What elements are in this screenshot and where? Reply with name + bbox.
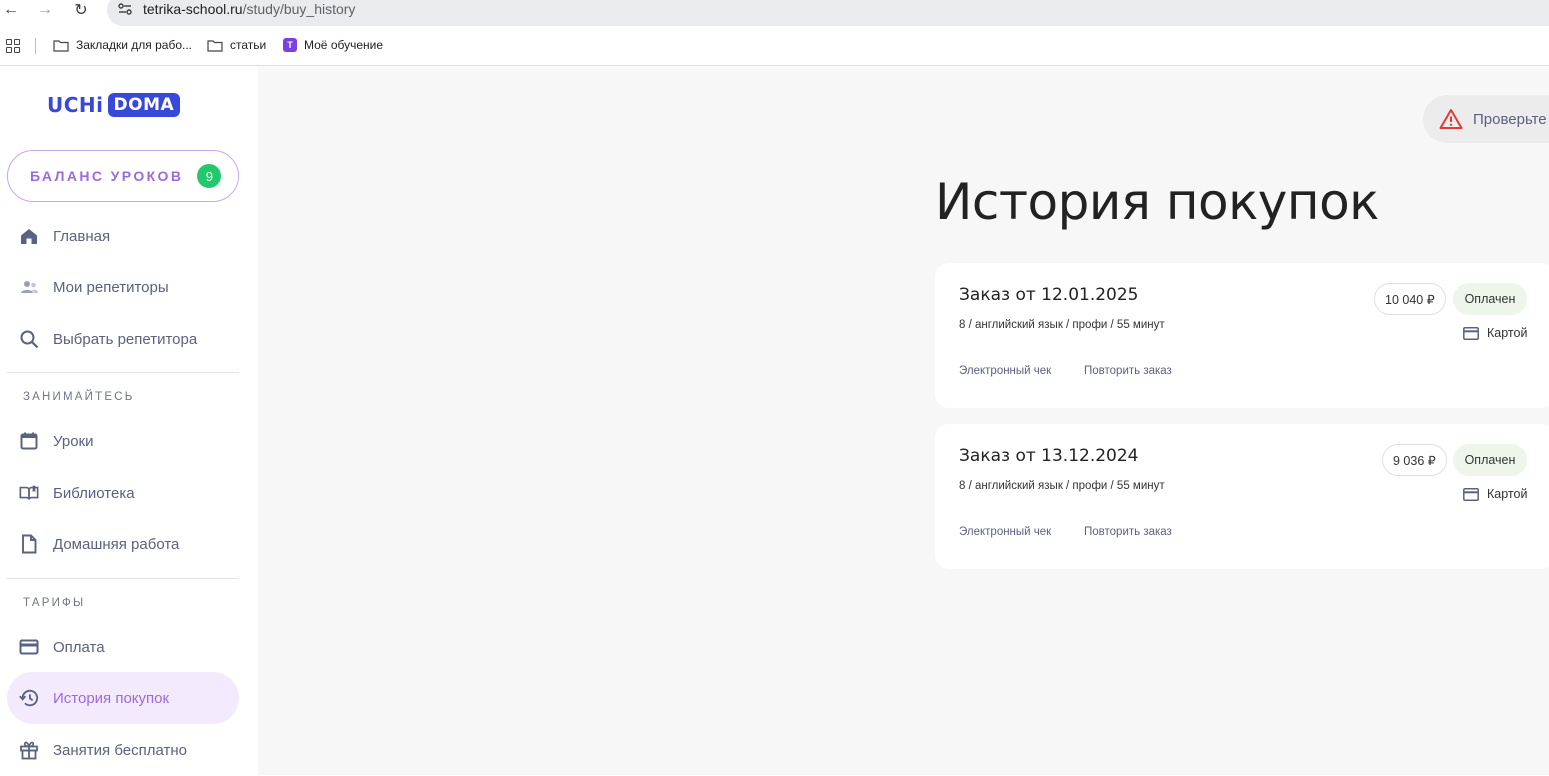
section-label-tariffs: ТАРИФЫ xyxy=(23,597,86,609)
status-badge: Оплачен xyxy=(1453,283,1527,315)
users-icon xyxy=(19,277,39,297)
search-icon xyxy=(19,329,39,349)
order-card: Заказ от 13.12.2024 8 / английский язык … xyxy=(935,424,1549,569)
receipt-link[interactable]: Электронный чек xyxy=(959,526,1051,538)
bookmark-folder-articles[interactable]: статьи xyxy=(207,38,266,52)
bookmark-folder-work[interactable]: Закладки для рабо... xyxy=(53,38,192,52)
sidebar-item-library[interactable]: Библиотека xyxy=(7,467,239,519)
repeat-order-link[interactable]: Повторить заказ xyxy=(1084,365,1172,377)
forward-icon[interactable]: → xyxy=(34,0,56,20)
site-settings-icon[interactable] xyxy=(117,1,133,17)
order-title: Заказ от 13.12.2024 xyxy=(959,446,1139,466)
sidebar-item-label: Библиотека xyxy=(53,484,135,502)
receipt-link[interactable]: Электронный чек xyxy=(959,365,1051,377)
page-title: История покупок xyxy=(935,173,1379,231)
sidebar-item-label: Уроки xyxy=(53,432,94,450)
bookmark-label: Моё обучение xyxy=(304,38,384,52)
sidebar-item-free-lessons[interactable]: Занятия бесплатно xyxy=(7,724,239,776)
order-card: Заказ от 12.01.2025 8 / английский язык … xyxy=(935,263,1549,408)
sidebar-item-payment[interactable]: Оплата xyxy=(7,621,239,673)
bookmarks-divider xyxy=(35,38,36,54)
sidebar-item-label: Мои репетиторы xyxy=(53,278,169,296)
bookmark-my-learning[interactable]: T Моё обучение xyxy=(283,38,383,52)
history-icon xyxy=(19,688,39,708)
address-bar: ← → ↻ tetrika-school.ru/study/buy_histor… xyxy=(0,0,1549,26)
logo[interactable]: UCHi DOMA xyxy=(47,93,181,117)
card-icon xyxy=(1463,326,1479,340)
sidebar-divider xyxy=(7,578,239,579)
bookmark-label: Закладки для рабо... xyxy=(76,38,193,52)
sidebar-divider xyxy=(7,372,239,373)
payment-method: Картой xyxy=(1463,487,1527,501)
sidebar-item-label: Домашняя работа xyxy=(53,535,180,553)
sidebar-item-purchase-history[interactable]: История покупок xyxy=(7,672,239,724)
tetrika-icon: T xyxy=(283,38,297,52)
calendar-icon xyxy=(19,431,39,451)
sidebar-item-label: Выбрать репетитора xyxy=(53,330,198,348)
status-badge: Оплачен xyxy=(1453,444,1527,476)
card-icon xyxy=(19,637,39,657)
bookmark-label: статьи xyxy=(230,38,267,52)
url-text[interactable]: tetrika-school.ru/study/buy_history xyxy=(143,1,355,17)
apps-grid-icon[interactable] xyxy=(6,39,20,53)
sidebar: UCHi DOMA БАЛАНС УРОКОВ 9 Главная Мои ре… xyxy=(0,67,258,775)
bookmarks-bar: Закладки для рабо... статьи T Моё обучен… xyxy=(0,26,1549,66)
alert-banner[interactable]: Проверьте xyxy=(1423,95,1549,143)
card-icon xyxy=(1463,487,1479,501)
gift-icon xyxy=(19,740,39,760)
sidebar-item-homework[interactable]: Домашняя работа xyxy=(7,518,239,570)
reload-icon[interactable]: ↻ xyxy=(70,0,92,20)
balance-label: БАЛАНС УРОКОВ xyxy=(30,168,184,184)
order-description: 8 / английский язык / профи / 55 минут xyxy=(959,319,1165,331)
repeat-order-link[interactable]: Повторить заказ xyxy=(1084,526,1172,538)
payment-method-label: Картой xyxy=(1487,487,1528,501)
warning-icon xyxy=(1439,109,1463,129)
price-badge: 10 040 ₽ xyxy=(1374,283,1446,315)
sidebar-item-label: Занятия бесплатно xyxy=(53,741,187,759)
sidebar-item-lessons[interactable]: Уроки xyxy=(7,415,239,467)
folder-icon xyxy=(207,39,223,52)
order-title: Заказ от 12.01.2025 xyxy=(959,285,1139,305)
folder-icon xyxy=(53,39,69,52)
sidebar-item-label: Главная xyxy=(53,227,111,245)
price-badge: 9 036 ₽ xyxy=(1382,444,1447,476)
alert-text: Проверьте xyxy=(1473,110,1547,128)
order-description: 8 / английский язык / профи / 55 минут xyxy=(959,480,1165,492)
home-icon xyxy=(19,226,39,246)
payment-method-label: Картой xyxy=(1487,326,1528,340)
sidebar-item-label: История покупок xyxy=(53,689,170,707)
sidebar-item-home[interactable]: Главная xyxy=(7,210,239,262)
logo-doma: DOMA xyxy=(107,93,181,117)
balance-count-badge: 9 xyxy=(197,164,222,188)
lesson-balance-button[interactable]: БАЛАНС УРОКОВ 9 xyxy=(7,150,239,202)
payment-method: Картой xyxy=(1463,326,1527,340)
section-label-study: ЗАНИМАЙТЕСЬ xyxy=(23,391,135,403)
document-icon xyxy=(19,534,39,554)
back-icon[interactable]: ← xyxy=(0,0,22,20)
sidebar-item-label: Оплата xyxy=(53,638,105,656)
sidebar-item-choose-tutor[interactable]: Выбрать репетитора xyxy=(7,313,239,365)
main-content: Проверьте История покупок Заказ от 12.01… xyxy=(258,67,1549,775)
logo-uchi: UCHi xyxy=(47,93,104,117)
book-icon xyxy=(19,483,39,503)
sidebar-item-my-tutors[interactable]: Мои репетиторы xyxy=(7,261,239,313)
